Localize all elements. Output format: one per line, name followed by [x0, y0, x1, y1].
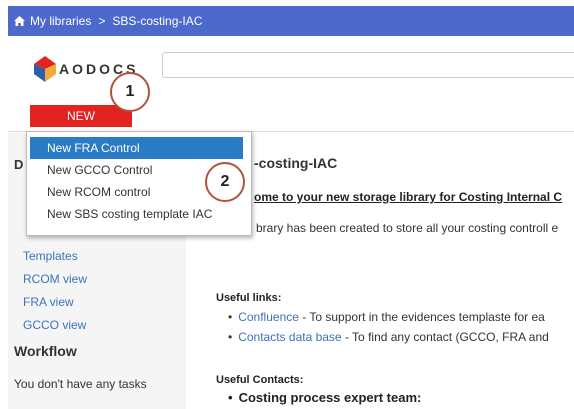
home-icon: [14, 16, 25, 26]
contacts-database-link[interactable]: Contacts data base: [238, 330, 341, 344]
breadcrumb-my-libraries[interactable]: My libraries: [30, 14, 91, 28]
library-title: -costing-IAC: [254, 155, 338, 171]
useful-links-list: Confluence - To support in the evidences…: [216, 307, 549, 347]
list-item: Confluence - To support in the evidences…: [216, 307, 549, 327]
list-item: Contacts data base - To find any contact…: [216, 327, 549, 347]
confluence-description: - To support in the evidences templaste …: [298, 310, 545, 324]
welcome-heading: ome to your new storage library for Cost…: [254, 190, 563, 204]
sidebar-heading-partial: D: [14, 157, 24, 172]
useful-contacts-title: Useful Contacts:: [216, 374, 304, 386]
breadcrumb: My libraries > SBS-costing-IAC: [8, 6, 574, 36]
workflow-heading: Workflow: [14, 343, 77, 359]
search-input[interactable]: [162, 52, 574, 78]
contacts-database-description: - To find any contact (GCCO, FRA and: [341, 330, 549, 344]
menu-item-new-sbs-costing-template[interactable]: New SBS costing template IAC: [27, 203, 251, 225]
workflow-note: You don't have any tasks: [14, 377, 147, 391]
sidebar-link-gcco-view[interactable]: GCCO view: [23, 314, 87, 337]
breadcrumb-separator: >: [98, 14, 106, 28]
aodocs-logo-icon: [34, 56, 56, 82]
sidebar-link-fra-view[interactable]: FRA view: [23, 291, 87, 314]
expert-team-heading: Costing process expert team:: [216, 390, 422, 405]
step-1-callout: 1: [110, 72, 150, 112]
sidebar-view-links: Templates RCOM view FRA view GCCO view: [23, 245, 87, 337]
step-2-callout: 2: [205, 162, 245, 202]
confluence-link[interactable]: Confluence: [238, 310, 299, 324]
sidebar-link-rcom-view[interactable]: RCOM view: [23, 268, 87, 291]
menu-item-new-fra-control[interactable]: New FRA Control: [30, 137, 243, 159]
useful-links-title: Useful links:: [216, 292, 282, 304]
library-header: AODOCS NEW: [8, 36, 574, 132]
library-description: brary has been created to store all your…: [256, 221, 559, 235]
sidebar-link-templates[interactable]: Templates: [23, 245, 87, 268]
breadcrumb-current-library[interactable]: SBS-costing-IAC: [112, 14, 202, 28]
new-button[interactable]: NEW: [30, 105, 132, 127]
